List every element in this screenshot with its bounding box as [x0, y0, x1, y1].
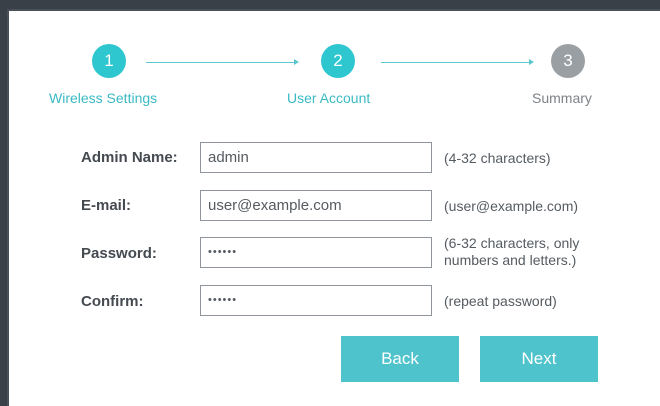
back-button[interactable]: Back [341, 336, 459, 382]
confirm-password-input[interactable]: •••••• [200, 285, 432, 316]
step-1-label: Wireless Settings [49, 90, 158, 106]
step-1-circle: 1 [92, 44, 126, 78]
confirm-hint: (repeat password) [444, 293, 557, 309]
step-connector-1-arrow-icon [294, 59, 299, 65]
password-hint-line-1: (6-32 characters, only [444, 235, 580, 251]
password-hint: (6-32 characters, only numbers and lette… [444, 235, 579, 269]
step-2-circle: 2 [321, 44, 355, 78]
step-3-label: Summary [532, 90, 592, 106]
password-input[interactable]: •••••• [200, 237, 432, 268]
admin-name-input[interactable] [200, 142, 432, 173]
step-connector-1 [146, 62, 294, 63]
next-button[interactable]: Next [480, 336, 598, 382]
email-input[interactable] [200, 190, 432, 221]
step-2-label: User Account [287, 90, 371, 106]
confirm-label: Confirm: [81, 293, 144, 310]
email-hint: (user@example.com) [444, 198, 579, 214]
admin-name-hint: (4-32 characters) [444, 150, 551, 166]
step-connector-2 [381, 62, 531, 63]
step-connector-2-arrow-icon [529, 59, 534, 65]
email-label: E-mail: [81, 197, 132, 214]
password-hint-line-2: numbers and letters.) [444, 252, 577, 268]
password-label: Password: [81, 245, 157, 262]
step-3-circle: 3 [551, 44, 585, 78]
wizard-panel: 1 2 3 Wireless Settings User Account Sum… [7, 9, 660, 406]
admin-name-label: Admin Name: [81, 149, 178, 166]
